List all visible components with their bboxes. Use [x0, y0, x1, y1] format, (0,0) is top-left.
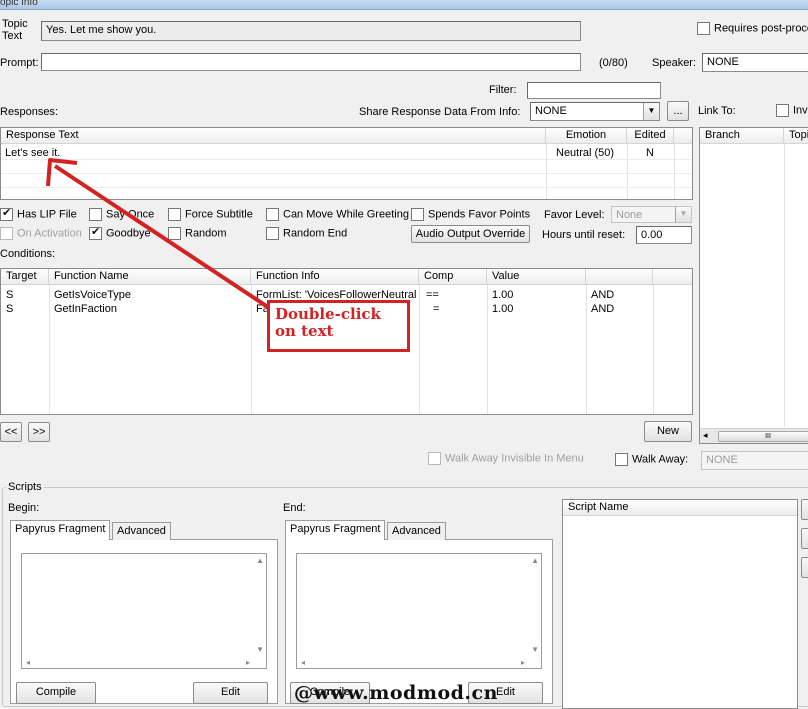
arrow-shaft: [53, 164, 294, 325]
annotation-callout: Double-click on text: [267, 300, 410, 352]
